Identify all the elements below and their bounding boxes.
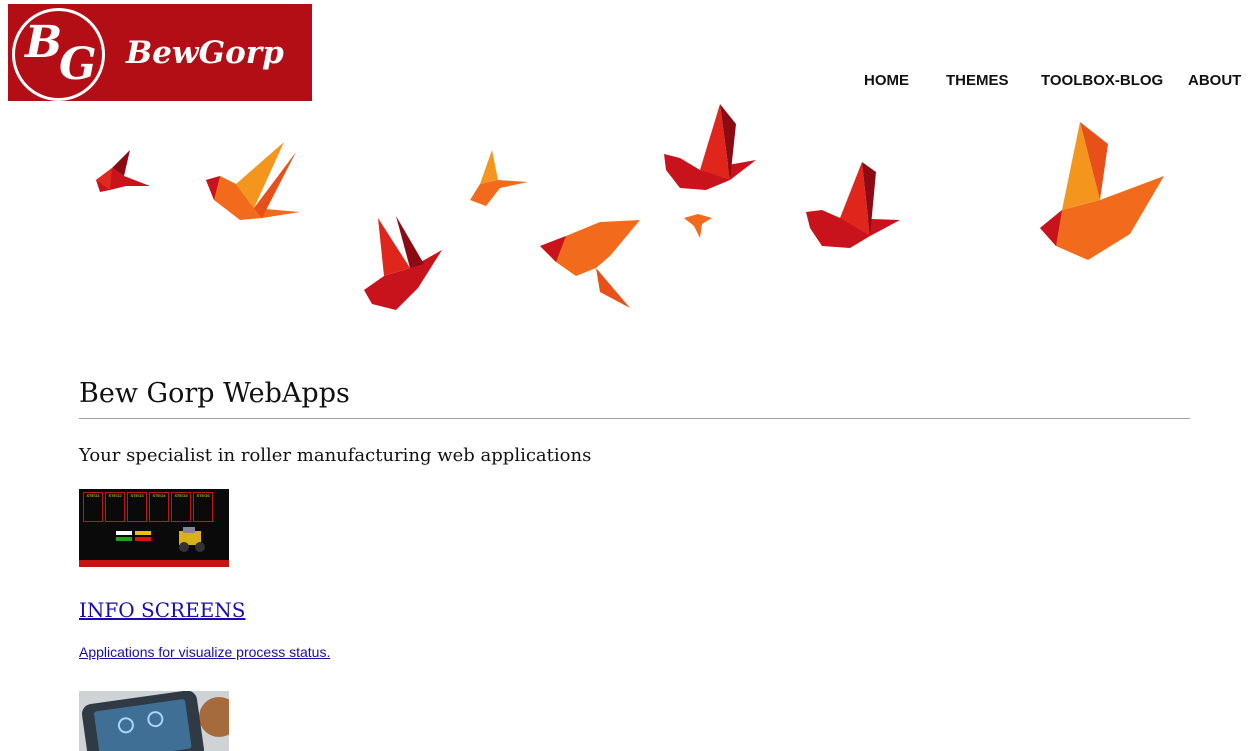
logo-wordmark: BewGorp (126, 35, 284, 71)
status-indicator (135, 537, 151, 541)
gauge-icon (116, 716, 135, 735)
status-indicator (116, 537, 132, 541)
nav-item-about[interactable]: ABOUT (1188, 72, 1241, 89)
steg-2: STEG2 (105, 492, 125, 522)
origami-bird (96, 150, 150, 192)
nav-item-themes[interactable]: THEMES (946, 72, 1009, 89)
footer-bar (79, 560, 229, 567)
origami-bird (540, 220, 640, 308)
nav-item-home[interactable]: HOME (864, 72, 909, 89)
origami-bird (806, 162, 900, 248)
steg-5: STEG5 (171, 492, 191, 522)
steg-1: STEG1 (83, 492, 103, 522)
main-content: Bew Gorp WebApps Your specialist in roll… (79, 370, 1190, 751)
steg-3: STEG3 (127, 492, 147, 522)
steg-4: STEG4 (149, 492, 169, 522)
logo-monogram: BG (25, 21, 97, 87)
info-screens-description-link[interactable]: Applications for visualize process statu… (79, 643, 1190, 661)
origami-bird (684, 214, 712, 238)
main-nav: HOME THEMES TOOLBOX-BLOG ABOUT (0, 72, 1258, 96)
steg-columns: STEG1 STEG2 STEG3 STEG4 STEG5 STEG6 (83, 492, 213, 522)
hero-origami-birds-image (96, 104, 1164, 310)
gauge-icon (146, 710, 165, 729)
status-indicator (135, 531, 151, 535)
origami-bird (1040, 122, 1164, 260)
page-title: Bew Gorp WebApps (79, 370, 1190, 419)
coffee-cup (199, 697, 229, 737)
logo-monogram-b: B (25, 17, 63, 68)
tablet-device (80, 691, 206, 751)
roller-machine-icon (179, 527, 205, 552)
steg-6: STEG6 (193, 492, 213, 522)
nav-item-toolbox-blog[interactable]: TOOLBOX-BLOG (1041, 72, 1163, 89)
page-tagline: Your specialist in roller manufacturing … (79, 445, 592, 466)
origami-bird (470, 150, 528, 206)
status-indicator (116, 531, 132, 535)
origami-bird (206, 142, 300, 220)
tablet-app-thumbnail[interactable] (79, 691, 229, 751)
info-screens-link[interactable]: INFO SCREENS (79, 597, 1190, 623)
info-screens-thumbnail[interactable]: STEG1 STEG2 STEG3 STEG4 STEG5 STEG6 (79, 489, 229, 567)
origami-bird (364, 216, 442, 310)
origami-bird (664, 104, 756, 190)
tablet-screen (93, 698, 192, 751)
